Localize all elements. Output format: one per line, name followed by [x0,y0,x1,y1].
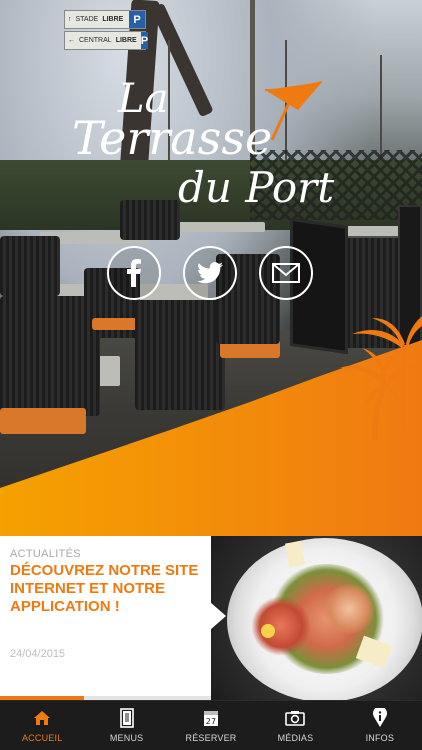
sign-row: ↑ STADE LIBRE P [64,10,146,29]
news-section-label: ACTUALITÉS [10,548,81,560]
salad [251,596,311,656]
tab-infos[interactable]: INFOS [338,701,422,750]
news-card[interactable]: ACTUALITÉS DÉCOUVREZ NOTRE SITE INTERNET… [0,536,422,700]
tab-label: MÉDIAS [277,733,314,743]
chair [0,236,60,296]
twitter-icon [197,262,223,284]
restaurant-logo: La Terrasse du Port [72,76,334,212]
hero-banner: ↑ STADE LIBRE P ← CENTRAL LIBRE P La Ter… [0,0,422,536]
tab-menus[interactable]: MENUS [84,701,168,750]
envelope-icon [272,263,300,283]
tab-label: RÉSERVER [185,733,237,743]
arrow-left-icon: ← [68,37,75,44]
chair-cushion [0,408,86,434]
sign-row: ← CENTRAL LIBRE P [64,31,149,50]
tab-accueil[interactable]: ACCUEIL [0,701,84,750]
info-icon [372,708,387,727]
tab-medias[interactable]: MÉDIAS [253,701,337,750]
chalkboard-menu [398,205,422,355]
chair [135,300,225,410]
news-arrow-pointer [211,602,226,630]
tab-label: ACCUEIL [21,733,63,743]
email-button[interactable] [259,246,313,300]
calendar-day: 27 [206,717,217,726]
sign-destination: STADE [75,16,99,23]
tab-label: INFOS [365,733,395,743]
parasol-icon [264,81,323,141]
news-photo[interactable]: ➤ [211,536,422,700]
lemon-slice [261,624,275,638]
parking-sign: ↑ STADE LIBRE P ← CENTRAL LIBRE P [64,10,149,50]
tab-reserver[interactable]: 27 RÉSERVER [169,701,253,750]
parking-icon: P [140,32,149,49]
news-date: 24/04/2015 [10,648,66,660]
calendar-icon: 27 [204,711,219,726]
sign-status: LIBRE [102,16,124,23]
twitter-button[interactable] [183,246,237,300]
home-icon [34,711,51,725]
salad [321,584,377,634]
camera-icon [285,711,306,726]
tab-bar: ACCUEIL MENUS 27 RÉSERVER MÉDIAS INFOS [0,700,422,750]
table [175,222,265,232]
sign-status: LIBRE [115,37,137,44]
logo-line-2: Terrasse [72,111,272,165]
menu-book-icon [119,708,134,728]
facebook-button[interactable] [107,246,161,300]
facebook-icon [127,259,141,287]
share-arrow-icon[interactable]: ➤ [211,608,212,622]
logo-line-3: du Port [178,163,334,212]
sign-destination: CENTRAL [79,37,112,44]
arrow-up-icon: ↑ [68,16,72,23]
parking-icon: P [129,11,145,28]
news-title[interactable]: DÉCOUVREZ NOTRE SITE INTERNET ET NOTRE A… [10,562,206,616]
chair-cushion [92,318,138,330]
news-text-panel[interactable]: ACTUALITÉS DÉCOUVREZ NOTRE SITE INTERNET… [0,536,211,700]
tab-label: MENUS [109,733,144,743]
